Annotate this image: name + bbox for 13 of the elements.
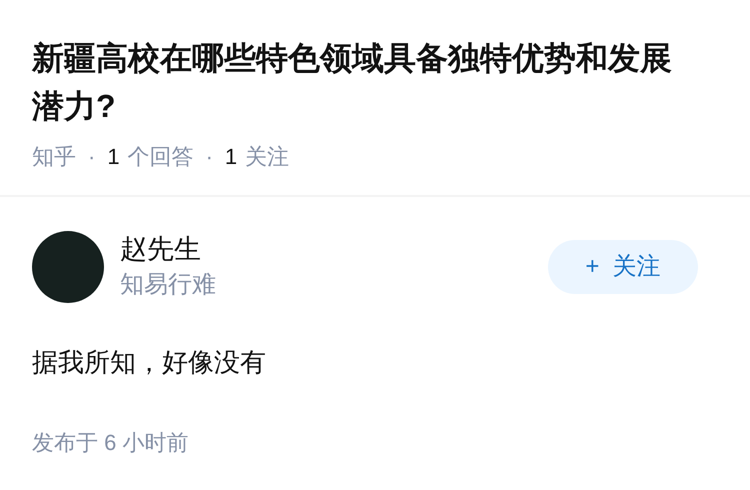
meta-count: 1 [224,143,238,171]
answer-text: 据我所知，好像没有 [32,346,267,379]
meta-label: 知乎 [32,143,76,171]
author-name[interactable]: 赵先生 [120,231,548,267]
separator-dot: · [206,143,213,171]
separator-dot: · [88,143,96,171]
meta-count: 1 [107,143,120,171]
publish-time: 发布于 6 小时前 [32,429,190,457]
author-headline: 知易行难 [120,270,217,300]
question-title: 新疆高校在哪些特色领域具备独特优势和发展潜力? [32,39,673,126]
meta-label: 个回答 [128,143,194,171]
meta-label: 关注 [245,143,290,171]
follow-button[interactable]: + 关注 [548,240,698,294]
